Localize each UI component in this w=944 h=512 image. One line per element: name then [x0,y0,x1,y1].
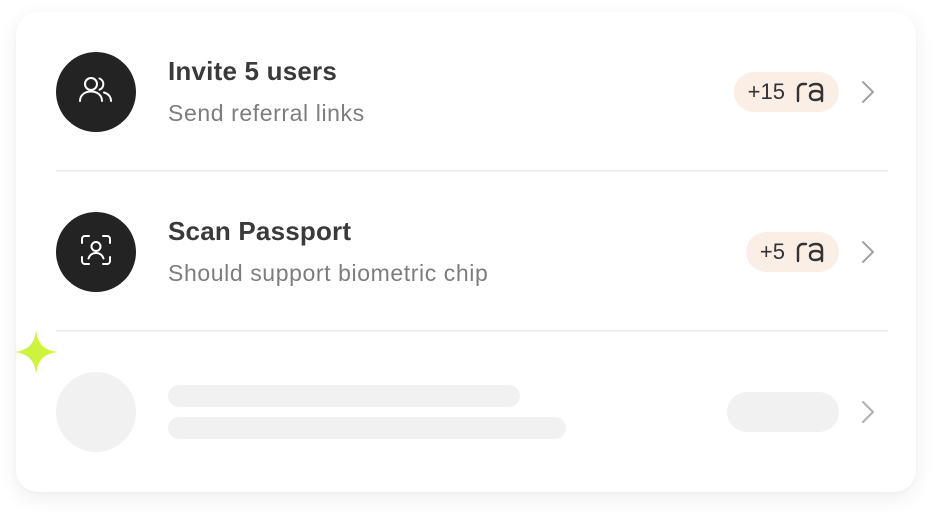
reward-value: +5 [759,239,785,264]
task-title: Invite 5 users [168,56,337,86]
sparkle-icon [14,330,58,374]
task-row-invite-users[interactable]: Invite 5 users Send referral links +15 [16,12,916,172]
chevron-right-icon[interactable] [854,398,882,426]
reward-badge: +5 [745,232,839,272]
task-row-skeleton[interactable] [16,332,916,492]
tasks-card: Invite 5 users Send referral links +15 S… [16,12,916,492]
task-avatar [56,52,136,132]
chevron-right-icon[interactable] [854,78,882,106]
face-scan-icon [78,232,114,273]
task-subtitle: Send referral links [168,100,365,126]
task-row-scan-passport[interactable]: Scan Passport Should support biometric c… [16,172,916,332]
skeleton-badge [727,392,839,432]
ra-logo-icon [795,240,825,264]
ra-logo-icon [795,80,825,104]
skeleton-title [168,385,520,407]
task-subtitle: Should support biometric chip [168,260,489,286]
skeleton-subtitle [168,417,566,439]
chevron-right-icon[interactable] [854,238,882,266]
task-title: Scan Passport [168,216,352,246]
reward-badge: +15 [733,72,839,112]
reward-value: +15 [747,79,785,104]
users-icon [76,70,116,115]
task-avatar [56,212,136,292]
skeleton-avatar [56,372,136,452]
